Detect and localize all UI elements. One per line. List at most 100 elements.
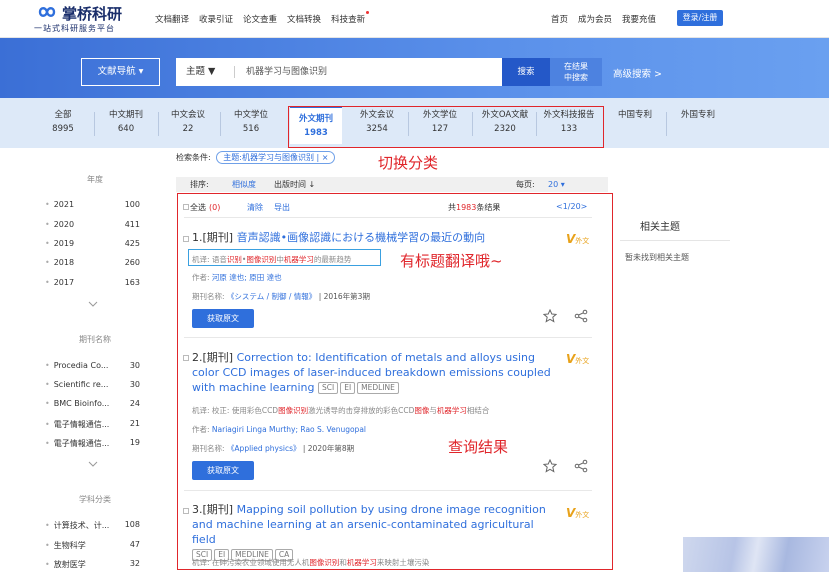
result-title[interactable]: 1.[期刊] 音声認識•画像認識における機械学習の最近の動向 xyxy=(192,230,557,245)
nav-membership[interactable]: 成为会员 xyxy=(578,13,612,25)
sort-time[interactable]: 出版时间 ↓ xyxy=(274,177,315,192)
tab-label: 中文学位 xyxy=(233,110,268,120)
year-item[interactable]: • 2018 260 xyxy=(45,258,150,267)
search-button[interactable]: 搜索 xyxy=(502,58,550,86)
journal-label: 電子情報通信... xyxy=(53,439,110,448)
divider xyxy=(184,217,592,218)
tab-cn-thesis[interactable]: 中文学位 516 xyxy=(229,108,273,140)
top-bar: 掌桥科研 一站式科研服务平台 文档翻译 收录引证 论文查重 文档转换 科技查新 … xyxy=(0,0,829,38)
year-item[interactable]: • 2019 425 xyxy=(45,239,150,248)
year-count: 100 xyxy=(124,200,140,209)
literature-nav-button[interactable]: 文献导航 ▾ xyxy=(81,58,160,86)
result-authors: 作者: 河原 達也; 原田 達也 xyxy=(192,273,282,282)
year-item[interactable]: • 2021 100 xyxy=(45,200,150,209)
journal-label: BMC Bioinfo... xyxy=(53,399,110,408)
year-filter-title: 年度 xyxy=(87,175,103,184)
year-count: 163 xyxy=(124,278,140,287)
journal-label: Scientific re... xyxy=(53,380,109,389)
total-count: 1983 xyxy=(456,203,477,212)
nav-translate[interactable]: 文档翻译 xyxy=(155,13,189,25)
journal-item[interactable]: • Procedia Co... 30 xyxy=(45,361,150,370)
year-item[interactable]: • 2020 411 xyxy=(45,220,150,229)
result-title-text: Mapping soil pollution by using drone im… xyxy=(192,503,546,546)
star-icon[interactable] xyxy=(543,309,557,323)
result-checkbox[interactable] xyxy=(183,236,189,242)
search-input[interactable]: 机器学习与图像识别 xyxy=(246,58,327,86)
journal-item[interactable]: • 電子情報通信... 19 xyxy=(45,438,150,449)
result-prefix: 1.[期刊] xyxy=(192,231,234,244)
journal-count: 21 xyxy=(129,419,140,428)
subject-item[interactable]: • 计算技术、计... 108 xyxy=(45,520,150,531)
pagination[interactable]: <1/20> xyxy=(556,202,587,211)
journal-count: 24 xyxy=(129,399,140,408)
tab-foreign-patent[interactable]: 外国专利 xyxy=(676,108,720,140)
total-results: 共1983条结果 xyxy=(448,202,500,213)
subject-filter-title: 学科分类 xyxy=(79,495,111,504)
login-button[interactable]: 登录/注册 xyxy=(677,10,723,26)
tab-cn-patent[interactable]: 中国专利 xyxy=(613,108,657,140)
result-prefix: 3.[期刊] xyxy=(192,503,234,516)
divider xyxy=(184,490,592,491)
subject-count: 47 xyxy=(129,540,140,549)
tab-count: 640 xyxy=(117,124,135,134)
literature-nav-label: 文献导航 xyxy=(97,66,136,77)
chip-close-icon[interactable]: × xyxy=(322,153,329,162)
nav-novelty-search[interactable]: 科技查新 xyxy=(331,11,370,25)
get-fulltext-button[interactable]: 获取原文 xyxy=(192,309,254,328)
clear-button[interactable]: 清除 xyxy=(247,202,263,213)
select-all-label: 全选 xyxy=(190,203,206,212)
criteria-label: 检索条件: xyxy=(176,153,211,162)
logo-title: 掌桥科研 xyxy=(62,5,123,23)
nav-home[interactable]: 首页 xyxy=(551,13,568,25)
share-icon[interactable] xyxy=(574,309,588,323)
year-count: 411 xyxy=(124,220,140,229)
tab-label: 中文会议 xyxy=(170,110,205,120)
chevron-down-icon[interactable] xyxy=(88,301,98,307)
tab-divider xyxy=(158,112,159,136)
nav-plagiarism[interactable]: 论文查重 xyxy=(243,13,277,25)
foreign-badge: V外文 xyxy=(566,352,590,366)
result-journal: 期刊名称: 《Applied physics》 | 2020年第8期 xyxy=(192,444,355,453)
sort-bar: 排序: 相似度 出版时间 ↓ 每页: 20 ▾ xyxy=(176,177,608,192)
export-button[interactable]: 导出 xyxy=(274,202,290,213)
tabs-highlight-box xyxy=(288,106,604,148)
search-field-select[interactable]: 主题 ▼ xyxy=(186,58,215,86)
result-checkbox[interactable] xyxy=(183,355,189,361)
badge-label: 外文 xyxy=(575,511,590,519)
share-icon[interactable] xyxy=(574,459,588,473)
tab-all[interactable]: 全部 8995 xyxy=(42,108,84,140)
sort-relevance[interactable]: 相似度 xyxy=(232,177,256,192)
criteria-chip[interactable]: 主题:机器学习与图像识别 | × xyxy=(216,151,336,164)
tab-cn-journal[interactable]: 中文期刊 640 xyxy=(104,108,148,140)
nav-recharge[interactable]: 我要充值 xyxy=(622,13,656,25)
subject-count: 32 xyxy=(129,559,140,568)
select-all[interactable]: 全选 (0) xyxy=(190,202,220,213)
year-count: 425 xyxy=(124,239,140,248)
journal-item[interactable]: • 電子情報通信... 21 xyxy=(45,419,150,430)
subject-item[interactable]: • 放射医学 32 xyxy=(45,559,150,570)
tab-count: 8995 xyxy=(52,124,74,134)
subject-item[interactable]: • 生物科学 47 xyxy=(45,540,150,551)
get-fulltext-button[interactable]: 获取原文 xyxy=(192,461,254,480)
star-icon[interactable] xyxy=(543,459,557,473)
journal-count: 30 xyxy=(129,380,140,389)
top-nav: 文档翻译 收录引证 论文查重 文档转换 科技查新 xyxy=(155,11,370,25)
journal-item[interactable]: • Scientific re... 30 xyxy=(45,380,150,389)
nav-citation[interactable]: 收录引证 xyxy=(199,13,233,25)
journal-item[interactable]: • BMC Bioinfo... 24 xyxy=(45,399,150,408)
year-item[interactable]: • 2017 163 xyxy=(45,278,150,287)
tab-count: 22 xyxy=(182,124,194,134)
result-checkbox[interactable] xyxy=(183,508,189,514)
search-within-results-button[interactable]: 在结果 中搜索 xyxy=(550,58,602,86)
advanced-search-link[interactable]: 高级搜索 > xyxy=(613,66,662,80)
result-title[interactable]: 3.[期刊] Mapping soil pollution by using d… xyxy=(192,502,557,562)
search-box[interactable]: 主题 ▼ 机器学习与图像识别 xyxy=(176,58,502,86)
chevron-down-icon[interactable] xyxy=(88,461,98,467)
select-all-checkbox[interactable] xyxy=(183,204,189,210)
result-title[interactable]: 2.[期刊] Correction to: Identification of … xyxy=(192,350,557,395)
tab-cn-conference[interactable]: 中文会议 22 xyxy=(166,108,210,140)
index-tag: SCI xyxy=(317,382,339,394)
top-right-nav: 首页 成为会员 我要充值 xyxy=(551,13,656,25)
nav-convert[interactable]: 文档转换 xyxy=(287,13,321,25)
per-page-select[interactable]: 20 ▾ xyxy=(548,177,565,192)
